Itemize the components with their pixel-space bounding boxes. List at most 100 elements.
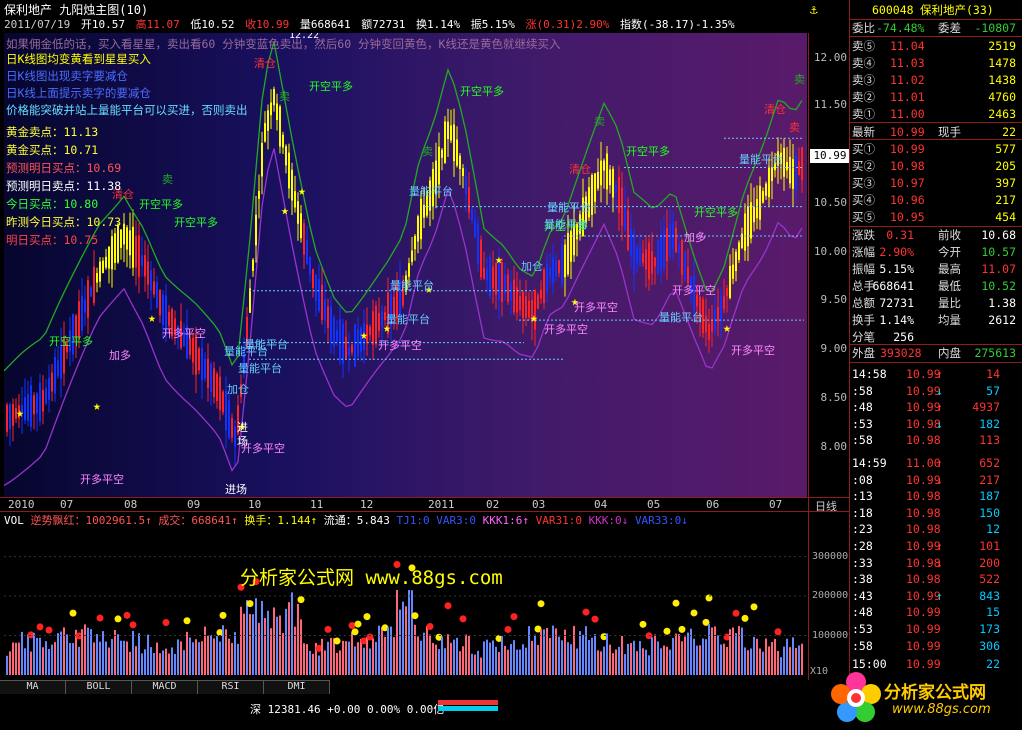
candle-body — [285, 146, 287, 166]
volume-dot — [333, 637, 341, 645]
volume-bar — [48, 649, 50, 675]
candle-body — [510, 283, 512, 302]
volume-bar — [621, 636, 623, 675]
candle-body — [93, 266, 95, 304]
candle-body — [156, 282, 158, 309]
volume-bar — [33, 632, 35, 675]
info-open: 开10.57 — [80, 18, 125, 31]
volume-bar — [453, 639, 455, 675]
candle-body — [321, 284, 323, 321]
volume-bar — [573, 625, 575, 675]
volume-bar — [666, 646, 668, 675]
bid-volume[interactable]: 217 — [995, 192, 1016, 209]
quote-row: 600048 保利地产(33) — [850, 2, 1022, 19]
indicator-name[interactable]: 九阳烛主图(10) — [59, 3, 148, 17]
bid-volume[interactable]: 577 — [995, 141, 1016, 158]
date-tick: 08 — [124, 498, 138, 511]
volume-bar — [15, 642, 17, 675]
candle-body — [513, 279, 515, 313]
ask-volume[interactable]: 2463 — [988, 106, 1016, 123]
candle-body — [408, 263, 410, 277]
tick-arrow: ↑ — [936, 367, 943, 381]
bid-volume[interactable]: 397 — [995, 175, 1016, 192]
date-tick: 07 — [769, 498, 783, 511]
note-line: 日K线上面提示卖字的要减仓 — [6, 86, 151, 100]
candle-body — [612, 168, 614, 198]
tick-row: :58 10.98 113 — [850, 432, 1022, 449]
tab-rsi[interactable]: RSI — [198, 680, 264, 694]
volume-bar — [21, 631, 23, 675]
volume-bar — [507, 649, 509, 675]
ask-volume[interactable]: 2519 — [988, 38, 1016, 55]
tab-macd[interactable]: MACD — [132, 680, 198, 694]
candle-body — [336, 330, 338, 342]
volume-bar — [798, 645, 800, 675]
stat-value-2: 2612 — [988, 313, 1016, 327]
bid-label: 买④ — [852, 193, 875, 207]
volume-bar — [549, 637, 551, 675]
candle-body — [330, 306, 332, 343]
tick-time: :48 — [852, 400, 873, 415]
level-label: 昨测今日买点： — [6, 215, 87, 229]
waipan-value: 393028 — [880, 346, 922, 360]
volume-dot — [537, 600, 545, 608]
tick-arrow: ↑ — [936, 456, 943, 470]
stat-label: 换手 — [852, 313, 875, 327]
volume-bar — [483, 641, 485, 675]
volume-bar — [423, 632, 425, 675]
volume-dot — [591, 615, 599, 623]
volume-bar — [438, 649, 440, 675]
price-tick: 11.50 — [813, 98, 847, 111]
tab-dmi[interactable]: DMI — [264, 680, 330, 694]
candle-body — [96, 273, 98, 283]
volume-bar — [351, 632, 353, 675]
candle-body — [603, 160, 605, 171]
chart-signal-label: 清仓 — [569, 162, 591, 176]
tab-boll[interactable]: BOLL — [66, 680, 132, 694]
candle-body — [636, 247, 638, 263]
tick-row: 14:58 10.99 ↑ 14 — [850, 366, 1022, 383]
tick-time: :48 — [852, 605, 873, 620]
tick-row: :43 10.99 ↑ 843 — [850, 588, 1022, 605]
volume-bar — [30, 651, 32, 675]
candle-body — [417, 216, 419, 242]
ask-volume[interactable]: 1478 — [988, 55, 1016, 72]
bid-volume[interactable]: 205 — [995, 158, 1016, 175]
ask-volume[interactable]: 4760 — [988, 89, 1016, 106]
volume-bar — [477, 650, 479, 675]
volume-bar — [780, 657, 782, 675]
volume-dot — [741, 614, 749, 622]
volume-bar — [648, 655, 650, 675]
tick-time: :58 — [852, 433, 873, 448]
volume-bar — [534, 634, 536, 675]
candle-body — [591, 174, 593, 215]
info-date: 2011/07/19 — [4, 18, 71, 31]
volume-bar — [366, 636, 368, 675]
volume-dot — [114, 615, 122, 623]
volume-bar — [384, 636, 386, 675]
volume-bar — [717, 635, 719, 675]
candle-body — [477, 223, 479, 264]
stat-label: 总额 — [852, 296, 875, 310]
chart-signal-label: 卖 — [162, 173, 173, 186]
weibi-label: 委比 — [852, 21, 875, 35]
volume-bar — [42, 647, 44, 675]
candle-body — [627, 210, 629, 250]
anchor-icon[interactable]: ⚓ — [810, 3, 818, 18]
date-tick: 03 — [532, 498, 546, 511]
tick-volume: 187 — [979, 489, 1000, 504]
tick-volume: 4937 — [972, 400, 1000, 415]
info-index: 指数(-38.17)-1.35% — [619, 18, 735, 31]
candle-body — [747, 206, 749, 247]
candle-body — [723, 296, 725, 309]
bid-volume[interactable]: 454 — [995, 209, 1016, 226]
ask-volume[interactable]: 1438 — [988, 72, 1016, 89]
candle-body — [303, 223, 305, 255]
volume-bar — [198, 642, 200, 675]
candle-body — [84, 299, 86, 313]
volume-dot — [96, 614, 104, 622]
volume-bar — [471, 653, 473, 675]
candles — [6, 86, 803, 466]
tab-ma[interactable]: MA — [0, 680, 66, 694]
volume-chart[interactable] — [4, 525, 807, 680]
